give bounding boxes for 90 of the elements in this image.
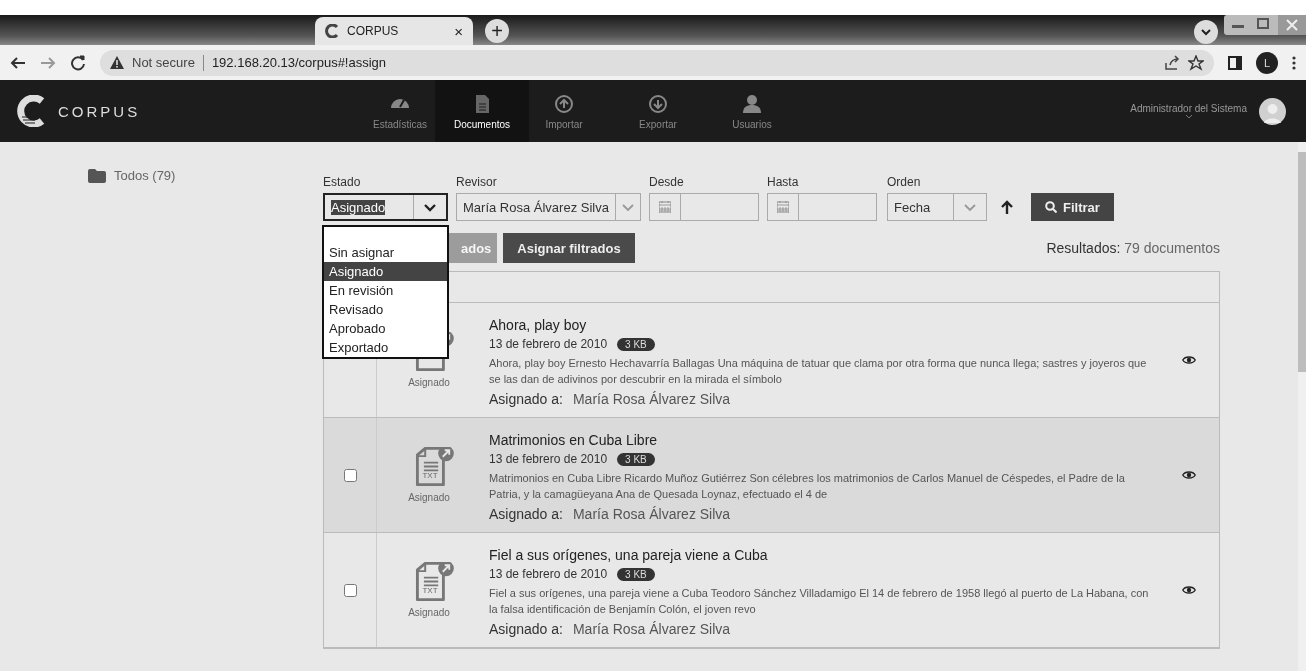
tab-title: CORPUS [347, 24, 400, 38]
corpus-logo [16, 95, 46, 127]
reload-icon[interactable] [70, 54, 86, 71]
field-label: Desde [649, 175, 685, 189]
back-icon[interactable] [10, 54, 26, 71]
assigned-label: Asignado a: [489, 506, 563, 522]
document-title[interactable]: Fiel a sus orígenes, una pareja viene a Cuba [489, 547, 1159, 563]
more-menu-icon[interactable] [1292, 55, 1296, 70]
search-icon [1045, 201, 1057, 213]
browser-tab[interactable]: CORPUS × [315, 17, 473, 45]
date-field[interactable] [649, 193, 759, 221]
upload-icon [553, 92, 575, 115]
view-icon[interactable] [1182, 585, 1196, 595]
user-avatar[interactable] [1259, 97, 1286, 125]
document-excerpt: Fiel a sus orígenes, una pareja viene a Cuba Teodoro Sánchez Villadamigo El 14 de febrero de 1958 llegó al puerto de La Habana, con la falsa identificación de Benjamín Colón, el joven revo [489, 586, 1150, 617]
tab-close-button[interactable]: × [454, 22, 463, 40]
document-excerpt: Ahora, play boy Ernesto Hechavarría Ballagas Una máquina de tatuar que clama por otra forma que nunca llega; sastres y joyeros que se las dan de adivinos por descubrir en la mirada el símbolo [489, 356, 1148, 387]
dropdown-option[interactable]: En revisión [324, 281, 447, 300]
dropdown-option[interactable]: Aprobado [324, 319, 447, 338]
document-title[interactable]: Ahora, play boy [489, 317, 1159, 333]
field-label: Estado [323, 175, 362, 189]
nav-tab[interactable]: Usuarios [717, 80, 787, 142]
caret-icon[interactable] [1184, 114, 1193, 119]
assignee-name: María Rosa Álvarez Silva [572, 621, 731, 637]
chevron-down-icon [423, 202, 437, 212]
filter-button[interactable]: Filtrar [1031, 193, 1114, 221]
document-row[interactable] [324, 418, 1219, 533]
folder-item[interactable]: Todos (79) [114, 168, 176, 183]
calendar-icon [659, 201, 671, 213]
document-title[interactable]: Matrimonios en Cuba Libre [489, 432, 1159, 448]
app-name: CORPUS [58, 102, 141, 120]
share-icon[interactable] [1164, 54, 1180, 71]
results-label: Resultados: [1046, 240, 1122, 256]
dropdown-option[interactable]: Asignado [324, 262, 447, 281]
nav-tab[interactable]: Estadísticas [365, 80, 435, 142]
action-button[interactable]: Asignar filtrados [503, 233, 635, 263]
star-icon[interactable] [1188, 54, 1204, 71]
assigned-label: Asignado a: [489, 621, 563, 637]
document-row[interactable] [324, 533, 1219, 648]
row-checkbox[interactable] [343, 583, 357, 597]
warning-icon [110, 56, 124, 69]
assigned-label: Asignado a: [489, 391, 563, 407]
document-date: 13 de febrero de 2010 [489, 452, 608, 466]
nav-tab[interactable]: Exportar [623, 80, 693, 142]
assignee-name: María Rosa Álvarez Silva [572, 391, 731, 407]
order-select[interactable]: Fecha [887, 193, 987, 221]
date-field[interactable] [767, 193, 877, 221]
folder-icon[interactable] [88, 168, 106, 183]
size-badge: 3 KB [617, 452, 655, 466]
window-controls-drawing[interactable] [1224, 15, 1306, 37]
assignee-name: María Rosa Álvarez Silva [572, 506, 731, 522]
results-count: 79 documentos [1124, 240, 1220, 256]
status-select[interactable]: Asignado [323, 193, 448, 221]
user-name[interactable]: Administrador del Sistema [1130, 103, 1247, 114]
status-label: Asignado [408, 492, 450, 503]
file-type-label: TXT [421, 587, 439, 595]
document-date: 13 de febrero de 2010 [489, 337, 608, 351]
download-icon [647, 92, 669, 115]
dropdown-option[interactable]: Revisado [324, 300, 447, 319]
file-type-label: TXT [421, 472, 439, 480]
corpus-logo-icon [325, 24, 339, 38]
dropdown-option[interactable]: Sin asignar [324, 243, 447, 262]
view-icon[interactable] [1182, 470, 1196, 480]
profile-avatar[interactable]: L [1256, 51, 1278, 74]
field-label: Orden [887, 175, 922, 189]
sort-ascending-icon[interactable] [1001, 200, 1013, 214]
user-icon [741, 92, 763, 115]
view-icon[interactable] [1182, 355, 1196, 365]
size-badge: 3 KB [617, 337, 655, 351]
new-tab-button[interactable]: + [485, 19, 509, 43]
scrollbar[interactable] [1298, 142, 1306, 671]
tab-search-icon[interactable] [1194, 20, 1218, 44]
chevron-down-icon [620, 202, 635, 212]
document-date: 13 de febrero de 2010 [489, 567, 608, 581]
calendar-icon [777, 201, 789, 213]
reviewer-select[interactable]: María Rosa Álvarez Silva [456, 193, 641, 221]
nav-tab[interactable]: Importar [529, 80, 599, 142]
url-text[interactable]: 192.168.20.13/corpus#!assign [211, 55, 387, 70]
dropdown-option[interactable]: Exportado [324, 338, 447, 357]
document-excerpt: Matrimonios en Cuba Libre Ricardo Muñoz Gutiérrez Son célebres los matrimonios de Carlos Manuel de Céspedes, el Padre de la Patria, y la camagüeyana Ana de Quesada Loynaz, efectuado el 4 de [489, 471, 1126, 502]
side-panel-icon[interactable] [1228, 55, 1242, 70]
size-badge: 3 KB [617, 567, 655, 581]
nav-tab[interactable]: Documentos [435, 80, 529, 142]
status-label: Asignado [408, 607, 450, 618]
field-label: Hasta [767, 175, 800, 189]
status-label: Asignado [408, 377, 450, 388]
row-checkbox[interactable] [343, 468, 357, 482]
chevron-down-icon [963, 202, 977, 212]
field-label: Revisor [456, 175, 498, 189]
security-label[interactable]: Not secure [132, 55, 195, 70]
